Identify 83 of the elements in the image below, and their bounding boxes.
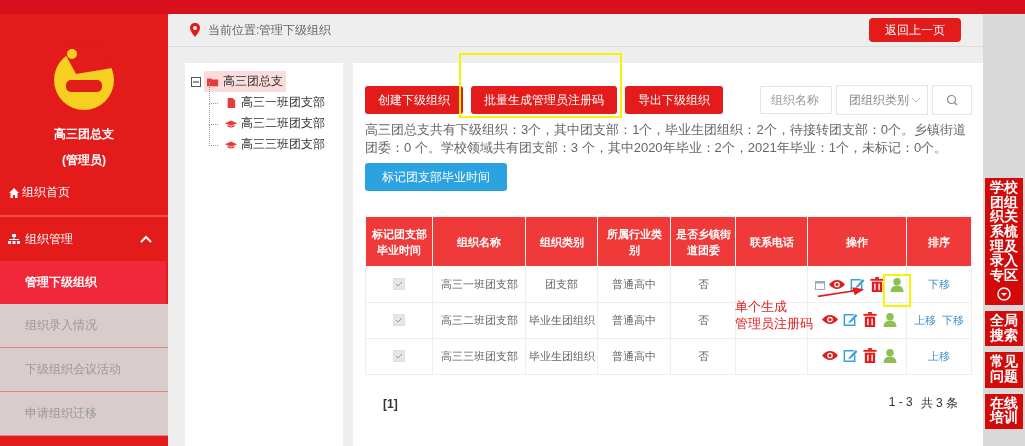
user-icon[interactable]	[882, 348, 898, 363]
location-pin-icon	[190, 23, 200, 37]
table-cell: 否	[670, 266, 736, 303]
calendar-icon[interactable]	[815, 279, 825, 290]
column-header: 所属行业类别	[597, 216, 671, 267]
table-cell: 普通高中	[597, 266, 671, 303]
column-header: 是否乡镇街道团委	[670, 216, 736, 267]
page-link[interactable]: [1]	[383, 396, 398, 411]
table-cell: 毕业生团组织	[525, 302, 598, 339]
back-button[interactable]: 返回上一页	[869, 18, 961, 42]
column-header: 操作	[807, 216, 907, 267]
document-icon	[225, 97, 237, 108]
sitemap-icon	[8, 233, 20, 245]
checkbox[interactable]	[393, 314, 405, 326]
side-shortcut[interactable]: 常见问题	[985, 352, 1023, 388]
page-range: 1 - 3	[888, 395, 913, 411]
tree-node[interactable]: 高三团总支	[204, 71, 286, 92]
sort-link[interactable]: 上移	[914, 314, 936, 326]
eye-icon[interactable]	[829, 277, 845, 292]
annotation-arrow	[818, 287, 864, 298]
expand-circle-icon	[997, 286, 1011, 301]
trash-icon[interactable]	[862, 348, 878, 363]
type-select[interactable]: 团组织类别	[836, 85, 928, 115]
table-cell: 毕业生团组织	[525, 338, 598, 375]
edit-icon[interactable]	[849, 277, 865, 292]
column-header: 标记团支部毕业时间	[365, 216, 433, 267]
search-button[interactable]	[932, 85, 972, 115]
table-cell: 否	[670, 338, 736, 375]
table-cell: 普通高中	[597, 338, 671, 375]
sort-link[interactable]: 下移	[928, 278, 950, 290]
annotation-text: 单个生成 管理员注册码	[735, 299, 813, 333]
org-name: 高三团总支	[54, 126, 114, 143]
menu-item[interactable]: 管理下级组织	[0, 261, 166, 304]
eye-icon[interactable]	[822, 348, 838, 363]
table-cell: 高三三班团支部	[432, 338, 526, 375]
side-shortcut[interactable]: 全局搜索	[985, 310, 1023, 347]
edit-icon[interactable]	[842, 312, 858, 327]
edit-icon[interactable]	[842, 348, 858, 363]
side-shortcut[interactable]: 学校团组织关系梳理及录入专区	[985, 178, 1023, 305]
check-icon	[394, 315, 404, 325]
column-header: 组织名称	[432, 216, 526, 267]
action-button[interactable]: 导出下级组织	[625, 86, 723, 114]
highlight-frame	[883, 274, 911, 307]
sort-link[interactable]: 上移	[928, 350, 950, 362]
user-icon[interactable]	[882, 312, 898, 327]
graduation-cap-icon	[225, 118, 237, 129]
action-button[interactable]: 批量生成管理员注册码	[471, 86, 617, 114]
total-count: 共 3 条	[920, 395, 958, 412]
mark-graduation-button[interactable]: 标记团支部毕业时间	[365, 163, 507, 191]
menu-section-label: 组织管理	[25, 230, 74, 248]
breadcrumb: 当前位置:管理下级组织	[208, 21, 333, 39]
search-icon	[946, 94, 958, 106]
checkbox[interactable]	[393, 278, 405, 290]
collapse-toggle-icon[interactable]	[191, 76, 201, 87]
name-search-field[interactable]: 组织名称	[760, 86, 832, 114]
chevron-icon	[140, 235, 152, 243]
checkbox[interactable]	[393, 350, 405, 362]
column-header: 排序	[906, 216, 972, 267]
tree-node[interactable]: 高三一班团支部	[222, 92, 328, 113]
tree-node[interactable]: 高三二班团支部	[222, 113, 328, 134]
sort-link[interactable]: 下移	[942, 314, 964, 326]
trash-icon[interactable]	[869, 277, 885, 292]
column-header: 组织类别	[525, 216, 598, 267]
column-header: 联系电话	[735, 216, 808, 267]
side-shortcut[interactable]: 在线培训	[985, 393, 1023, 429]
role-label: (管理员)	[62, 152, 106, 169]
trash-icon[interactable]	[862, 312, 878, 327]
summary-text: 高三团总支共有下级组织：3个，其中团支部：1个，毕业生团组织：2个，待接转团支部：0个。乡镇街道团委：0 个。学校领域共有团支部：3 个，其中2020年毕业：2个，2021年毕业：1个，未标记：0个。	[365, 121, 967, 157]
tree-node[interactable]: 高三三班团支部	[222, 134, 328, 155]
action-button[interactable]: 创建下级组织	[365, 86, 463, 114]
check-icon	[394, 279, 404, 289]
folder-icon	[207, 76, 219, 87]
check-icon	[394, 351, 404, 361]
user-icon[interactable]	[889, 277, 905, 292]
table-cell: 团支部	[525, 266, 598, 303]
table-cell: 否	[670, 302, 736, 339]
graduation-cap-icon	[225, 139, 237, 150]
table-cell: 高三一班团支部	[432, 266, 526, 303]
eye-icon[interactable]	[822, 312, 838, 327]
home-icon	[8, 186, 20, 199]
table-cell: 高三二班团支部	[432, 302, 526, 339]
table-cell: 普通高中	[597, 302, 671, 339]
caret-icon	[911, 97, 921, 103]
